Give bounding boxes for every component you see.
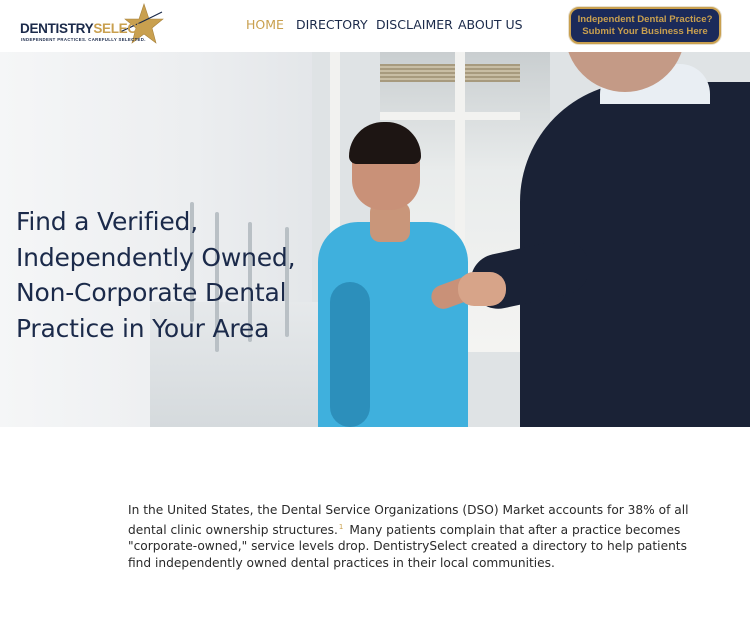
cta-line2: Submit Your Business Here <box>582 25 708 37</box>
hero-window-frame <box>380 112 520 120</box>
hero-banner: Find a Verified, Independently Owned, No… <box>0 52 750 427</box>
intro-line: In the United States, the Dental Service… <box>128 503 689 517</box>
hero-title-line: Independently Owned, <box>16 242 296 272</box>
hero-title-line: Non-Corporate Dental <box>16 278 287 307</box>
hero-dentist-shadow <box>330 282 370 427</box>
footnote-link[interactable]: 1 <box>339 523 343 531</box>
logo-wordmark: DENTISTRYSELECT <box>20 21 145 36</box>
nav-home[interactable]: HOME <box>246 17 284 32</box>
intro-paragraph: In the United States, the Dental Service… <box>128 502 689 571</box>
nav-about-us[interactable]: ABOUT US <box>458 17 523 32</box>
logo[interactable]: DENTISTRYSELECT INDEPENDENT PRACTICES. C… <box>18 2 168 48</box>
intro-line: "corporate-owned," service levels drop. … <box>128 539 687 554</box>
nav-directory[interactable]: DIRECTORY <box>296 17 368 32</box>
logo-name-part1: DENTISTRY <box>20 21 94 36</box>
logo-tagline: INDEPENDENT PRACTICES. CAREFULLY SELECTE… <box>21 37 146 42</box>
logo-name-part2: SELECT <box>93 21 145 36</box>
nav-disclaimer[interactable]: DISCLAIMER <box>376 17 453 32</box>
intro-line: find independently owned dental practice… <box>128 555 555 570</box>
intro-line: dental clinic ownership structures.1 Many… <box>128 519 680 539</box>
intro-line-part: dental clinic ownership structures. <box>128 522 338 537</box>
cta-line1: Independent Dental Practice? <box>577 13 713 25</box>
hero-title-line: Find a Verified, <box>16 207 198 236</box>
hero-handshake <box>458 272 506 306</box>
hero-title-line: Practice in Your Area <box>16 313 270 343</box>
intro-line-part: Many patients complain that after a prac… <box>349 522 681 537</box>
hero-title: Find a Verified, Independently Owned, No… <box>16 204 316 346</box>
hero-window-blind <box>380 64 520 82</box>
site-header: DENTISTRYSELECT INDEPENDENT PRACTICES. C… <box>0 0 750 52</box>
submit-business-button[interactable]: Independent Dental Practice? Submit Your… <box>569 7 721 44</box>
intro-section: In the United States, the Dental Service… <box>128 502 689 571</box>
